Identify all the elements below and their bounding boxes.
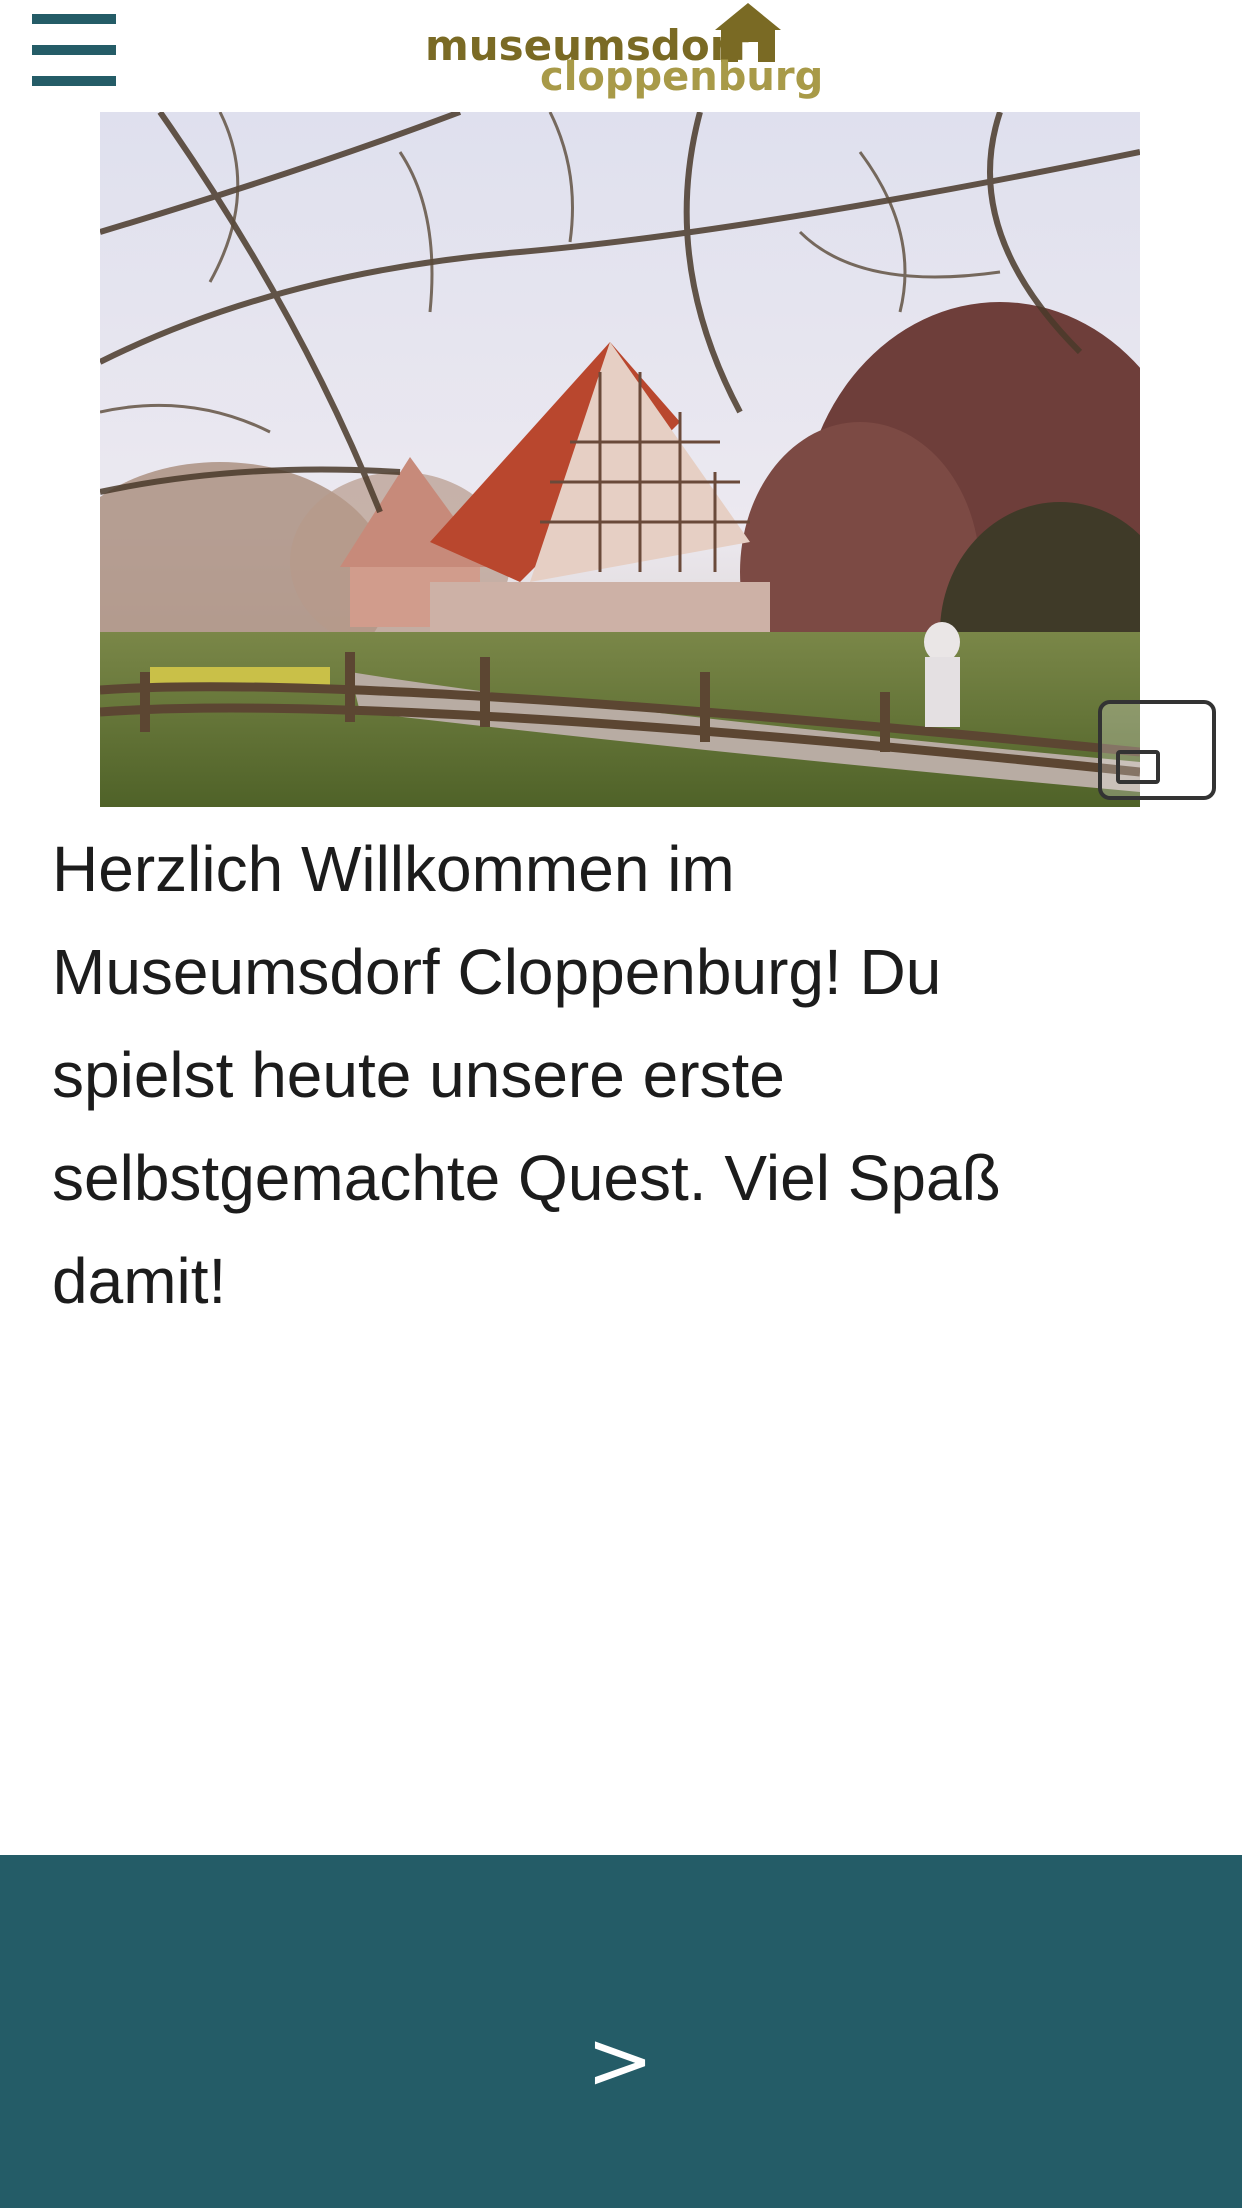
intro-text: Herzlich Willkommen im Museumsdorf Clopp… (52, 833, 1001, 1317)
museumsdorf-logo: museumsdorf cloppenburg (425, 3, 823, 100)
picture-in-picture-icon[interactable] (1098, 700, 1216, 800)
footer-bar: > (0, 1855, 1242, 2208)
app-header: museumsdorf cloppenburg (0, 0, 1242, 110)
hamburger-menu-icon[interactable] (30, 14, 118, 88)
hero-image-farmhouse (100, 112, 1140, 807)
logo-text-line2: cloppenburg (540, 54, 823, 100)
next-button[interactable]: > (540, 2005, 700, 2115)
